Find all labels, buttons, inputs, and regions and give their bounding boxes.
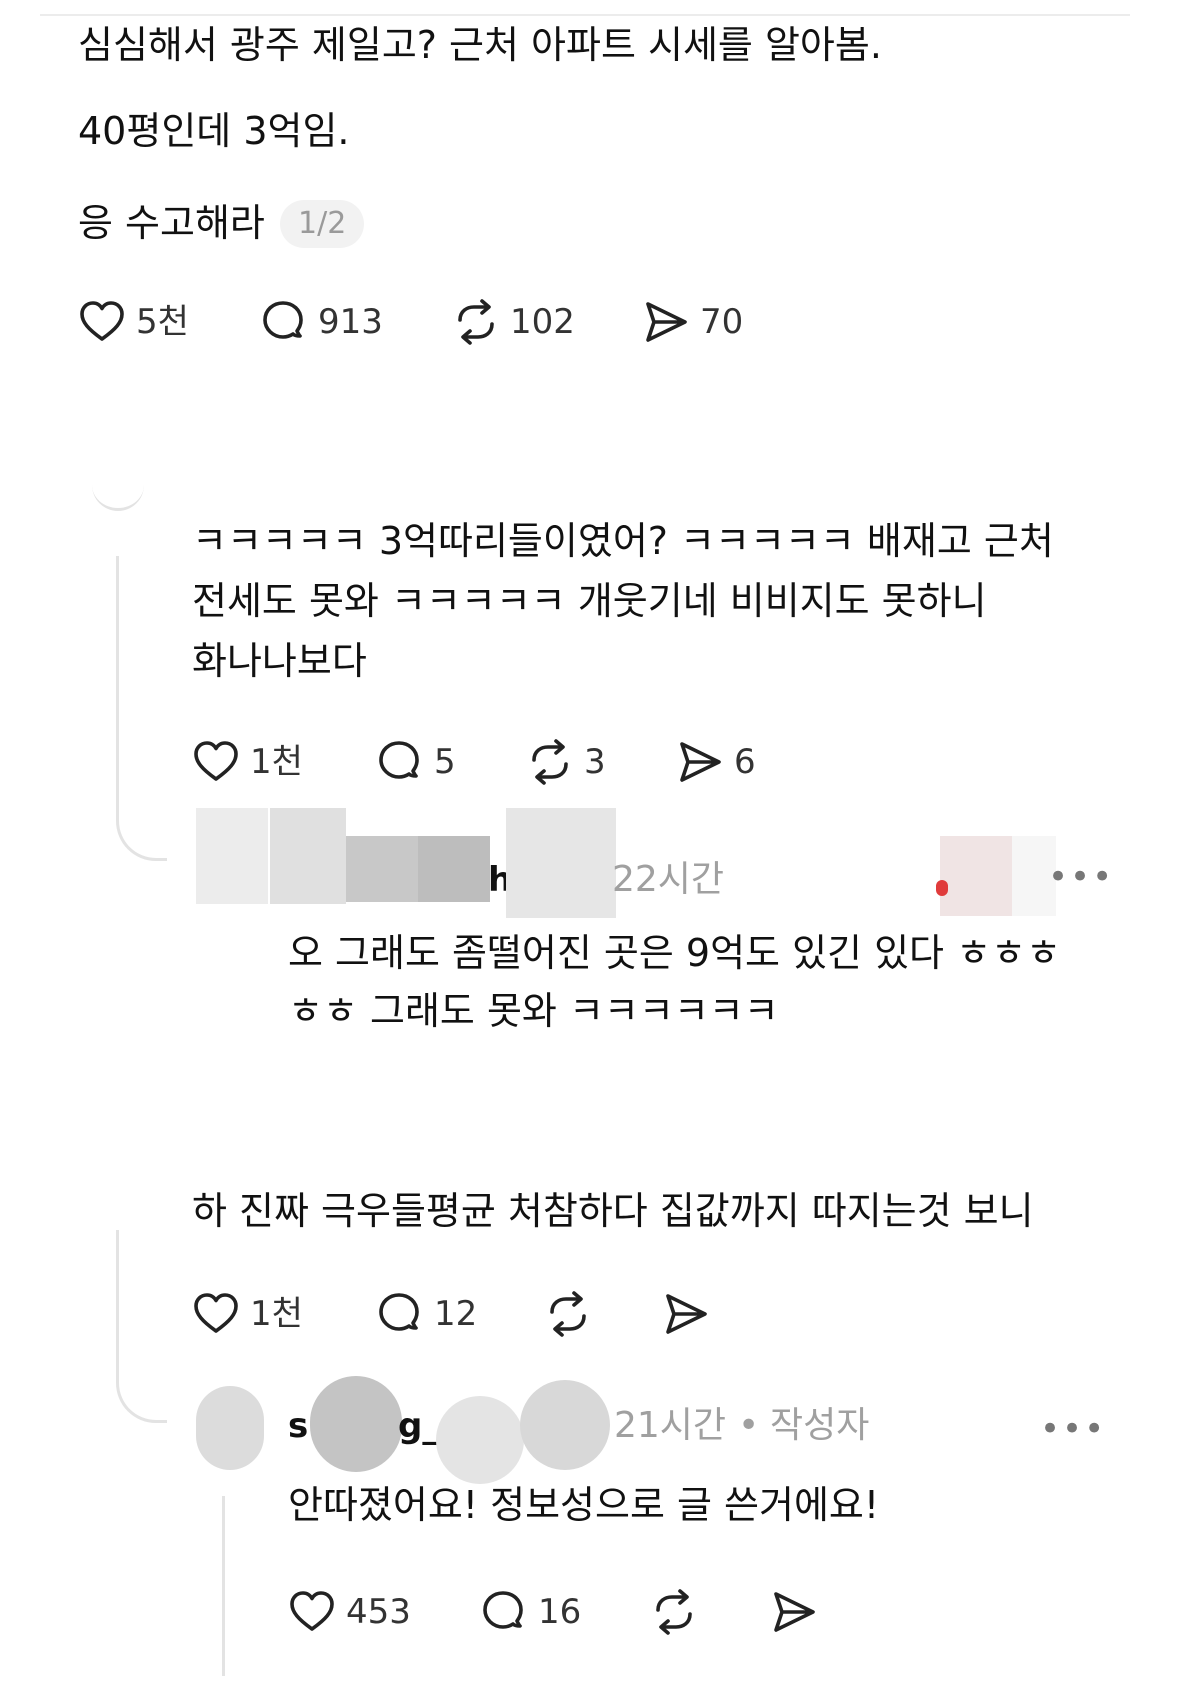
reply-text-line: 전세도 못와 ㅋㅋㅋㅋㅋ 개웃기네 비비지도 못하니	[192, 579, 987, 623]
share-button[interactable]: 70	[642, 298, 743, 346]
share-button[interactable]: 6	[676, 738, 756, 786]
repost-button[interactable]: 3	[526, 738, 606, 786]
repost-button[interactable]: 102	[452, 298, 575, 346]
heart-icon	[288, 1588, 336, 1636]
like-button[interactable]: 5천	[78, 298, 189, 346]
like-count: 1천	[250, 1294, 303, 1334]
reply-text-line: ㅎㅎ 그래도 못와 ㅋㅋㅋㅋㅋㅋ	[288, 989, 779, 1033]
avatar-edge	[92, 478, 144, 511]
like-button[interactable]: 1천	[192, 738, 303, 786]
share-icon	[676, 738, 724, 786]
avatar[interactable]	[196, 1386, 264, 1470]
repost-count: 102	[510, 302, 575, 342]
heart-icon	[78, 298, 126, 346]
repost-button[interactable]	[544, 1290, 592, 1338]
username-blur	[310, 1376, 402, 1472]
reply-button[interactable]: 913	[260, 298, 383, 346]
reply-count: 12	[434, 1294, 478, 1334]
reply-button[interactable]: 16	[480, 1588, 581, 1636]
username-blur	[520, 1380, 610, 1470]
timestamp: 22시간	[612, 859, 725, 900]
more-icon[interactable]: •••	[1048, 860, 1114, 894]
username-blur	[506, 808, 616, 918]
meta-separator: •	[738, 1405, 760, 1446]
reply-text-line: 화나나보다	[192, 639, 367, 683]
repost-icon	[544, 1290, 592, 1338]
thread-connector	[116, 556, 167, 861]
reply-text-line: 오 그래도 좀떨어진 곳은 9억도 있긴 있다 ㅎㅎㅎ	[288, 931, 1061, 975]
reply-text-line: ㅋㅋㅋㅋㅋ 3억따리들이였어? ㅋㅋㅋㅋㅋ 배재고 근처	[192, 519, 1054, 563]
username-blur	[346, 836, 418, 902]
reply-icon	[260, 298, 308, 346]
reply-count: 5	[434, 742, 456, 782]
timestamp: 21시간	[614, 1405, 727, 1446]
reply-count: 913	[318, 302, 383, 342]
post-text-line: 응 수고해라	[78, 201, 265, 245]
reply-button[interactable]: 12	[376, 1290, 477, 1338]
thread-line	[222, 1496, 225, 1676]
share-icon	[642, 298, 690, 346]
post-text-line: 심심해서 광주 제일고? 근처 아파트 시세를 알아봄.	[78, 23, 882, 67]
like-count: 1천	[250, 742, 303, 782]
share-button[interactable]	[662, 1290, 710, 1338]
post-text-line: 40평인데 3억임.	[78, 109, 350, 153]
reply-icon	[376, 738, 424, 786]
username-blur	[418, 836, 490, 902]
repost-icon	[452, 298, 500, 346]
reaction-blur	[940, 836, 1012, 916]
like-count: 5천	[136, 302, 189, 342]
like-button[interactable]: 1천	[192, 1290, 303, 1338]
share-count: 6	[734, 742, 756, 782]
username-blur	[436, 1396, 524, 1484]
reply-text-line: 안따졌어요! 정보성으로 글 쓴거에요!	[288, 1483, 880, 1527]
repost-button[interactable]	[650, 1588, 698, 1636]
username[interactable]: s	[288, 1404, 308, 1448]
reply-button[interactable]: 5	[376, 738, 456, 786]
repost-count: 3	[584, 742, 606, 782]
reply-icon	[480, 1588, 528, 1636]
heart-icon	[192, 738, 240, 786]
share-icon	[770, 1588, 818, 1636]
username-blur	[270, 808, 346, 904]
like-count: 453	[346, 1592, 411, 1632]
thread-connector	[116, 1230, 167, 1423]
red-marker	[936, 880, 948, 896]
share-icon	[662, 1290, 710, 1338]
repost-icon	[526, 738, 574, 786]
avatar[interactable]	[196, 808, 268, 904]
more-icon[interactable]: •••	[1040, 1412, 1106, 1446]
share-button[interactable]	[770, 1588, 818, 1636]
heart-icon	[192, 1290, 240, 1338]
share-count: 70	[700, 302, 744, 342]
reply-text-line: 하 진짜 극우들평균 처참하다 집값까지 따지는것 보니	[192, 1189, 1034, 1233]
like-button[interactable]: 453	[288, 1588, 411, 1636]
author-label: 작성자	[770, 1405, 870, 1446]
repost-icon	[650, 1588, 698, 1636]
reply-count: 16	[538, 1592, 582, 1632]
username[interactable]: g_	[398, 1404, 439, 1448]
reply-icon	[376, 1290, 424, 1338]
page-indicator-badge[interactable]: 1/2	[280, 200, 365, 248]
